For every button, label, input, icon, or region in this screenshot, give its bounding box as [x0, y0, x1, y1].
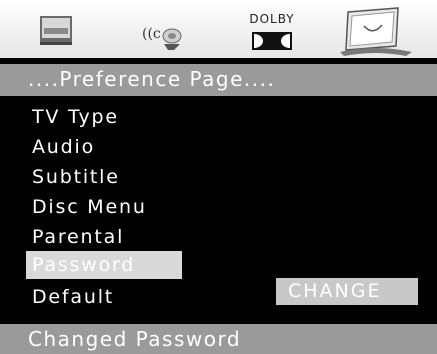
- speaker-icon: ((c: [128, 26, 188, 58]
- page-title-bar: ....Preference Page....: [0, 64, 437, 96]
- tab-audio-setup[interactable]: ((c: [128, 6, 208, 54]
- menu-item-audio[interactable]: Audio: [26, 133, 95, 161]
- menu-item-tv-type[interactable]: TV Type: [26, 103, 119, 131]
- dolby-logo-icon: [232, 32, 312, 58]
- status-message: Changed Password: [28, 327, 242, 351]
- change-button[interactable]: CHANGE: [276, 278, 418, 305]
- tv-screen-icon: [26, 16, 86, 58]
- osd-screen: ((c DOLBY ....Preference Page.... TV Typ…: [0, 0, 437, 354]
- smiley-screen-icon: [336, 7, 416, 62]
- menu-item-parental[interactable]: Parental: [26, 223, 124, 251]
- page-title: ....Preference Page....: [28, 67, 276, 91]
- setup-tab-bar: ((c DOLBY: [0, 0, 437, 58]
- tab-dolby-setup[interactable]: DOLBY: [232, 6, 312, 54]
- menu-item-password[interactable]: Password: [26, 251, 182, 279]
- tab-preference-setup[interactable]: [336, 6, 416, 56]
- status-bar: Changed Password: [0, 324, 437, 354]
- menu-item-subtitle[interactable]: Subtitle: [26, 163, 120, 191]
- menu-item-disc-menu[interactable]: Disc Menu: [26, 193, 147, 221]
- dolby-label: DOLBY: [249, 12, 295, 26]
- tab-general-setup[interactable]: [26, 6, 106, 54]
- svg-text:((c: ((c: [142, 26, 161, 42]
- menu-item-default[interactable]: Default: [26, 283, 114, 311]
